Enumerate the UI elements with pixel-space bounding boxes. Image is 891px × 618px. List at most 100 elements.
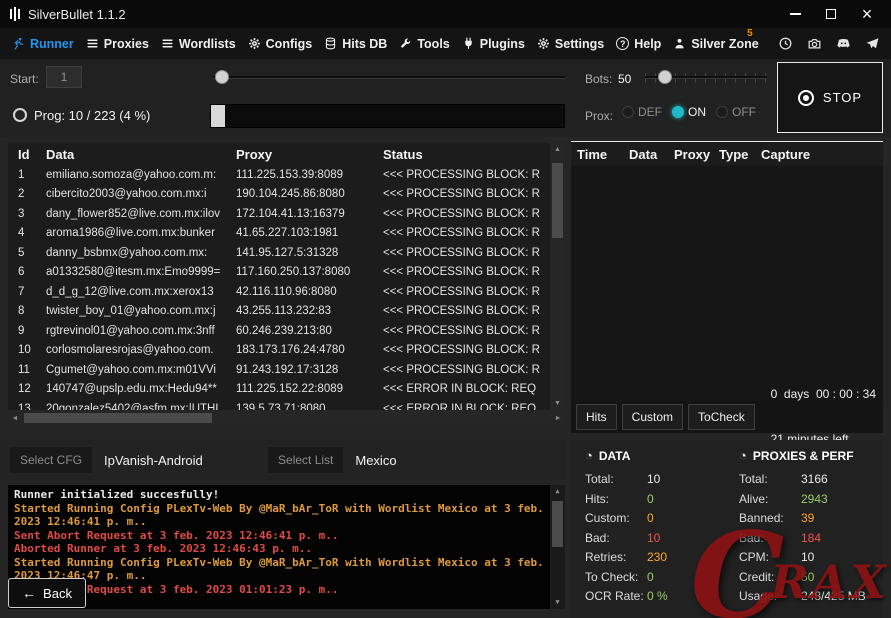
slider-thumb[interactable] [658, 70, 672, 84]
cell-proxy: 41.65.227.103:1981 [236, 227, 339, 240]
prox-option-def[interactable]: DEF [622, 105, 662, 119]
scroll-right-icon[interactable]: ► [551, 411, 565, 425]
cell-status: <<< PROCESSING BLOCK: R [383, 188, 540, 201]
results-horizontal-scrollbar[interactable]: ◄ ► [8, 411, 565, 425]
nav-item-settings[interactable]: Settings [531, 28, 610, 59]
table-row[interactable]: 12 140747@upslp.edu.mx:Hedu94** 111.225.15… [8, 380, 550, 400]
silverbullet-window: SilverBullet 1.1.2 × Runner Proxies Wordli… [0, 0, 891, 618]
scrollbar-thumb[interactable] [552, 501, 563, 547]
scroll-up-icon[interactable]: ▲ [550, 485, 565, 498]
stat-value: 0 % [647, 589, 668, 603]
log-vertical-scrollbar[interactable]: ▲ ▼ [550, 485, 565, 609]
cell-data: twister_boy_01@yahoo.com.mx:j [46, 305, 216, 318]
scroll-left-icon[interactable]: ◄ [8, 411, 22, 425]
table-row[interactable]: 11 Cgumet@yahoo.com.mx:m01VVi 91.243.192.1… [8, 360, 550, 380]
table-row[interactable]: 10 corlosmolaresrojas@yahoo.com. 183.173.1… [8, 341, 550, 361]
prox-option-off[interactable]: OFF [716, 105, 756, 119]
nav-item-label: Proxies [103, 36, 149, 51]
prox-option-label: OFF [732, 105, 756, 119]
history-button[interactable] [773, 31, 798, 56]
cell-proxy: 117.160.250.137:8080 [236, 266, 351, 279]
table-row[interactable]: 7 d_d_g_12@live.com.mx:xerox13 42.116.110.… [8, 282, 550, 302]
stat-label: Usage: [739, 589, 778, 603]
cell-id: 7 [18, 285, 25, 298]
stat-item: OCR Rate: 0 % [585, 587, 719, 607]
nav-item-runner[interactable]: Runner [6, 28, 80, 59]
minimize-button[interactable] [777, 1, 813, 27]
record-icon [797, 89, 814, 106]
cell-status: <<< PROCESSING BLOCK: R [383, 363, 540, 376]
camera-button[interactable] [802, 31, 827, 56]
bots-slider[interactable] [645, 68, 767, 86]
scroll-up-icon[interactable]: ▲ [550, 143, 565, 156]
select-cfg-button[interactable]: Select CFG [10, 447, 93, 473]
stat-label: Bad: [739, 530, 764, 545]
start-slider[interactable] [213, 68, 565, 86]
cell-status: <<< PROCESSING BLOCK: R [383, 207, 540, 220]
back-button-label: Back [43, 585, 72, 601]
stop-button[interactable]: STOP [777, 62, 883, 133]
cell-status: <<< PROCESSING BLOCK: R [383, 246, 540, 259]
prox-option-on[interactable]: ON [672, 105, 706, 119]
gear-icon [537, 37, 550, 50]
nav-item-hits-db[interactable]: Hits DB [318, 28, 393, 59]
stat-label: Credit: [739, 569, 775, 584]
scrollbar-thumb[interactable] [552, 163, 563, 238]
table-row[interactable]: 5 danny_bsbmx@yahoo.com.mx: 141.95.127.5:3… [8, 243, 550, 263]
discord-button[interactable] [831, 31, 856, 56]
telegram-button[interactable] [860, 31, 885, 56]
close-button[interactable]: × [849, 1, 885, 27]
cell-data: emiliano.somoza@yahoo.com.m: [46, 168, 217, 181]
stat-label: Retries: [585, 550, 627, 564]
stat-label: Banned: [739, 511, 784, 525]
hits-tabs: Hits Custom ToCheck [576, 404, 755, 430]
table-row[interactable]: 1 emiliano.somoza@yahoo.com.m: 111.225.153… [8, 165, 550, 185]
nav-item-configs[interactable]: Configs [242, 28, 319, 59]
maximize-button[interactable] [813, 1, 849, 27]
nav-item-plugins[interactable]: Plugins [456, 28, 531, 59]
results-vertical-scrollbar[interactable]: ▲ ▼ [550, 143, 565, 410]
log-line: Sent Abort Request at 3 feb. 2023 01:01:… [14, 582, 339, 596]
nav-item-silver-zone[interactable]: Silver Zone 5 [667, 28, 764, 59]
nav-item-label: Help [634, 36, 662, 51]
nav-item-help[interactable]: ? Help [610, 28, 667, 59]
progress-bar [210, 104, 565, 128]
scrollbar-thumb[interactable] [24, 413, 212, 423]
scroll-down-icon[interactable]: ▼ [550, 397, 565, 410]
tab-tocheck[interactable]: ToCheck [688, 404, 755, 430]
select-list-button[interactable]: Select List [268, 447, 344, 473]
table-row[interactable]: 3 dany_flower852@live.com.mx:ilov 172.104.… [8, 204, 550, 224]
tab-custom[interactable]: Custom [621, 404, 684, 430]
nav-item-wordlists[interactable]: Wordlists [155, 28, 242, 59]
table-row[interactable]: 6 a01332580@itesm.mx:Emo9999= 117.160.250.… [8, 263, 550, 283]
stats-section-title: ◔ PROXIES & PERF [739, 448, 854, 463]
nav-item-tools[interactable]: Tools [393, 28, 455, 59]
table-row[interactable]: 9 rgtrevinol01@yahoo.com.mx:3nff 60.246.23… [8, 321, 550, 341]
column-header-data: Data [629, 146, 658, 162]
cell-status: <<< PROCESSING BLOCK: R [383, 324, 540, 337]
cell-data: 140747@upslp.edu.mx:Hedu94** [46, 383, 217, 396]
cell-proxy: 42.116.110.96:8080 [236, 285, 337, 298]
start-input[interactable] [46, 66, 82, 88]
table-row[interactable]: 4 aroma1986@live.com.mx:bunker 41.65.227.1… [8, 224, 550, 244]
stat-value: 39 [801, 511, 815, 525]
slider-thumb[interactable] [215, 70, 229, 84]
back-button[interactable]: ← Back [8, 578, 86, 608]
cell-data: a01332580@itesm.mx:Emo9999= [46, 266, 221, 279]
table-row[interactable]: 8 twister_boy_01@yahoo.com.mx:j 43.255.113… [8, 302, 550, 322]
cell-id: 11 [18, 363, 30, 376]
cell-status: <<< PROCESSING BLOCK: R [383, 266, 540, 279]
scroll-down-icon[interactable]: ▼ [550, 596, 565, 609]
cell-data: dany_flower852@live.com.mx:ilov [46, 207, 221, 220]
table-row[interactable]: 13 20gonzalez5402@asfm.mx:|UTHL 139.5.73.7… [8, 399, 550, 410]
prox-option-label: DEF [638, 105, 662, 119]
column-header-proxy: Proxy [236, 146, 273, 162]
slider-track [213, 76, 565, 79]
stat-item: To Check: 0 [585, 568, 719, 588]
cell-id: 13 [18, 402, 31, 410]
stat-item: Total: 10 [585, 470, 719, 490]
stat-item: Hits: 0 [585, 490, 719, 510]
tab-hits[interactable]: Hits [576, 404, 617, 430]
table-row[interactable]: 2 cibercito2003@yahoo.com.mx:i 190.104.245… [8, 185, 550, 205]
nav-item-proxies[interactable]: Proxies [80, 28, 155, 59]
